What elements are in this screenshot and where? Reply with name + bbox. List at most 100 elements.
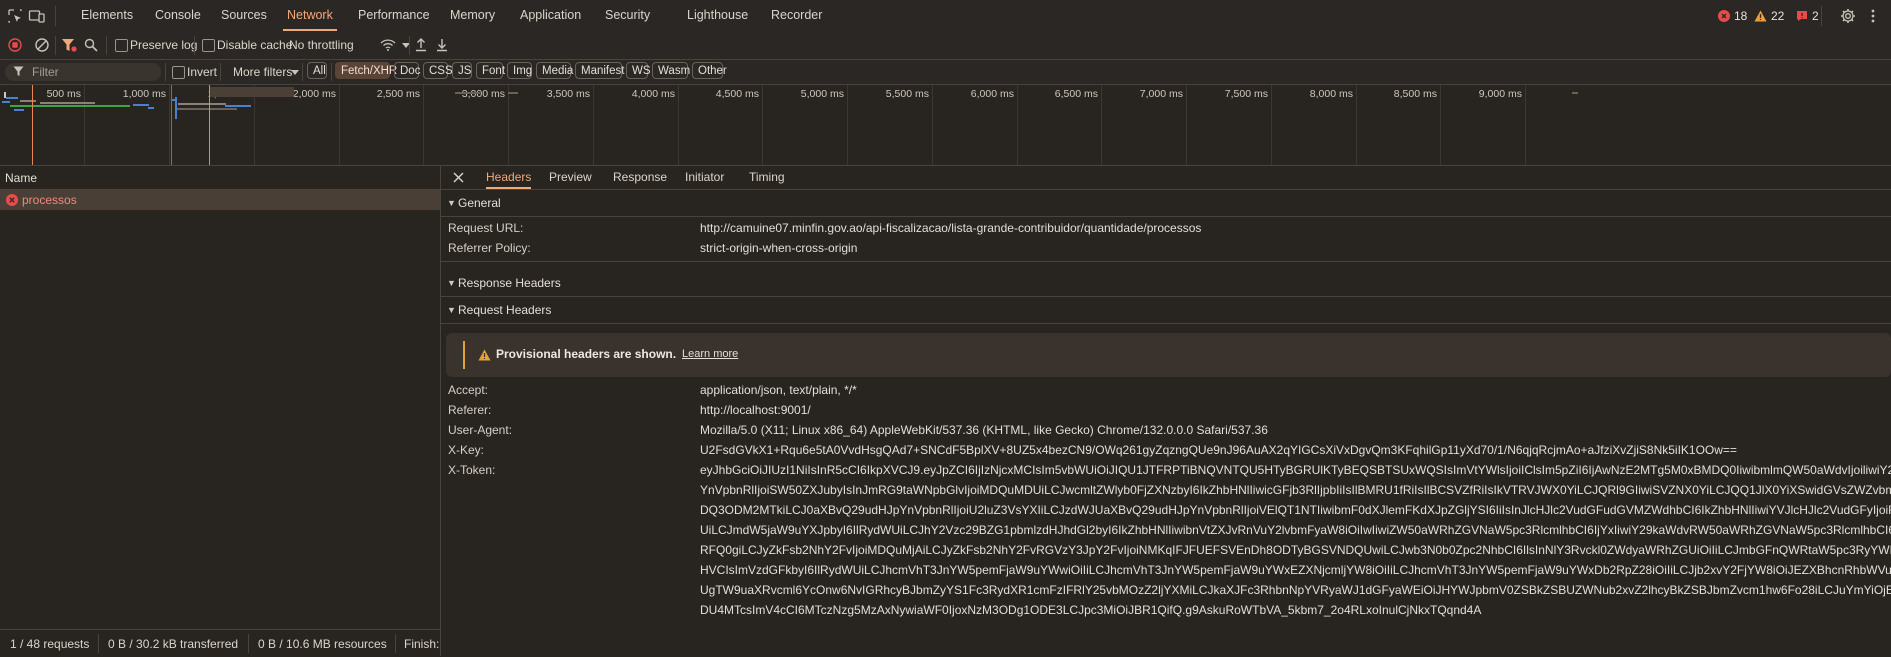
tab-initiator[interactable]: Initiator — [685, 166, 724, 189]
timeline-bar — [20, 100, 36, 102]
tab-sources[interactable]: Sources — [217, 0, 271, 31]
detail-tab-bar: Headers Preview Response Initiator Timin… — [441, 166, 1891, 190]
throttling-select[interactable]: No throttling — [289, 38, 354, 52]
tick-label: 9,000 ms — [1478, 88, 1522, 100]
record-stop-icon[interactable] — [8, 38, 22, 52]
header-value: http://localhost:9001/ — [700, 403, 811, 417]
timeline-overview[interactable]: 500 ms 1,000 ms 1,500 ms 2,000 ms 2,500 … — [0, 85, 1891, 166]
divider — [331, 63, 332, 81]
header-key: Referrer Policy: — [448, 241, 531, 255]
preserve-log-label: Preserve log — [130, 38, 198, 52]
chip-css[interactable]: CSS — [423, 62, 453, 79]
filter-icon — [13, 66, 24, 77]
chip-doc[interactable]: Doc — [394, 62, 420, 79]
tab-security[interactable]: Security — [601, 0, 654, 31]
token-line: eyJhbGciOiJIUzI1NiIsInR5cCI6IkpXVCJ9.eyJ… — [700, 463, 1891, 477]
export-har-icon[interactable] — [436, 38, 448, 52]
select-element-icon[interactable] — [5, 6, 25, 26]
filter-funnel-icon[interactable] — [61, 38, 77, 53]
request-list-pane: Name processos 1 / 48 requests 0 B / 30.… — [0, 166, 441, 656]
tick-label: 3,000 ms — [461, 88, 505, 100]
name-column-header[interactable]: Name — [0, 166, 440, 190]
triangle-down-icon: ▼ — [447, 198, 456, 208]
timeline-bar — [177, 108, 237, 110]
disable-cache-label: Disable cache — [217, 38, 293, 52]
tab-headers[interactable]: Headers — [486, 166, 532, 189]
filter-input[interactable] — [5, 63, 161, 81]
selection-window[interactable] — [210, 87, 294, 97]
request-row[interactable]: processos — [0, 190, 440, 210]
close-icon[interactable] — [453, 172, 464, 183]
learn-more-link[interactable]: Learn more — [682, 348, 738, 360]
divider — [55, 6, 56, 26]
chip-media[interactable]: Media — [536, 62, 573, 79]
tab-memory[interactable]: Memory — [446, 0, 499, 31]
selection-handle[interactable] — [171, 85, 172, 165]
more-options-icon[interactable] — [1863, 6, 1883, 26]
divider — [55, 36, 56, 55]
timeline-bar — [455, 92, 480, 94]
issues-counter[interactable]: 2 — [1796, 9, 1819, 23]
timeline-bar — [40, 102, 95, 104]
header-key: X-Token: — [448, 463, 496, 477]
request-url-value: http://camuine07.minfin.gov.ao/api-fisca… — [700, 221, 1202, 235]
warning-counter[interactable]: 22 — [1754, 9, 1784, 23]
header-value: U2FsdGVkX1+Rqu6e5tA0VvdHsgQAd7+SNCdF5Bpl… — [700, 443, 1737, 457]
tick-label: 4,000 ms — [631, 88, 675, 100]
chip-fetch-xhr[interactable]: Fetch/XHR — [335, 62, 397, 79]
more-filters-dropdown[interactable]: More filters — [233, 65, 292, 79]
tick-label: 5,000 ms — [800, 88, 844, 100]
error-icon — [1718, 10, 1730, 22]
chip-img[interactable]: Img — [507, 62, 532, 79]
provisional-headers-warning: Provisional headers are shown. Learn mor… — [446, 333, 1891, 377]
chevron-down-icon[interactable] — [291, 70, 299, 75]
chip-all[interactable]: All — [307, 62, 327, 79]
tab-elements[interactable]: Elements — [77, 0, 137, 31]
general-section-header[interactable]: ▼ General — [441, 190, 1891, 217]
header-key: Accept: — [448, 383, 489, 397]
response-headers-section-header[interactable]: ▼ Response Headers — [441, 270, 1891, 297]
preserve-log-checkbox[interactable] — [115, 39, 128, 52]
clear-icon[interactable] — [35, 38, 49, 52]
tab-response[interactable]: Response — [613, 166, 667, 189]
chip-js[interactable]: JS — [452, 62, 472, 79]
disable-cache-checkbox[interactable] — [202, 39, 215, 52]
timeline-bar — [6, 97, 18, 99]
request-count: 1 / 48 requests — [10, 637, 90, 651]
tab-preview[interactable]: Preview — [549, 166, 592, 189]
chip-other[interactable]: Other — [692, 62, 727, 79]
divider — [106, 36, 107, 55]
tab-performance[interactable]: Performance — [354, 0, 434, 31]
chip-manifest[interactable]: Manifest — [575, 62, 624, 79]
network-toolbar: Preserve log Disable cache No throttling — [0, 32, 1891, 60]
chip-ws[interactable]: WS — [626, 62, 651, 79]
import-har-icon[interactable] — [415, 38, 427, 52]
tab-console[interactable]: Console — [151, 0, 205, 31]
request-headers-section-header[interactable]: ▼ Request Headers — [441, 297, 1891, 324]
token-line: HVCIsImVzdGFkbyI6IlRydWUiLCJhcmVhT3JnYW5… — [700, 563, 1891, 577]
invert-checkbox[interactable] — [172, 66, 185, 79]
divider — [409, 36, 410, 55]
tick-label: 8,500 ms — [1393, 88, 1437, 100]
header-key: Request URL: — [448, 221, 524, 235]
header-key: User-Agent: — [448, 423, 513, 437]
tab-lighthouse[interactable]: Lighthouse — [683, 0, 752, 31]
search-icon[interactable] — [84, 38, 98, 52]
chip-font[interactable]: Font — [476, 62, 505, 79]
finish-time: Finish: — [404, 637, 440, 651]
device-toolbar-icon[interactable] — [27, 6, 47, 26]
error-counter[interactable]: 18 — [1718, 9, 1747, 23]
tick-label: 500 ms — [46, 88, 81, 100]
tab-timing[interactable]: Timing — [749, 166, 785, 189]
timeline-bar — [10, 105, 130, 107]
network-conditions-icon[interactable] — [380, 38, 396, 52]
tab-recorder[interactable]: Recorder — [767, 0, 826, 31]
settings-gear-icon[interactable] — [1838, 6, 1858, 26]
warning-icon — [478, 349, 491, 361]
tick-label: 2,500 ms — [376, 88, 420, 100]
tab-network[interactable]: Network — [283, 0, 337, 31]
failed-request-icon — [6, 194, 18, 206]
chip-wasm[interactable]: Wasm — [652, 62, 690, 79]
tab-application[interactable]: Application — [516, 0, 585, 31]
timeline-bar — [1572, 92, 1578, 94]
